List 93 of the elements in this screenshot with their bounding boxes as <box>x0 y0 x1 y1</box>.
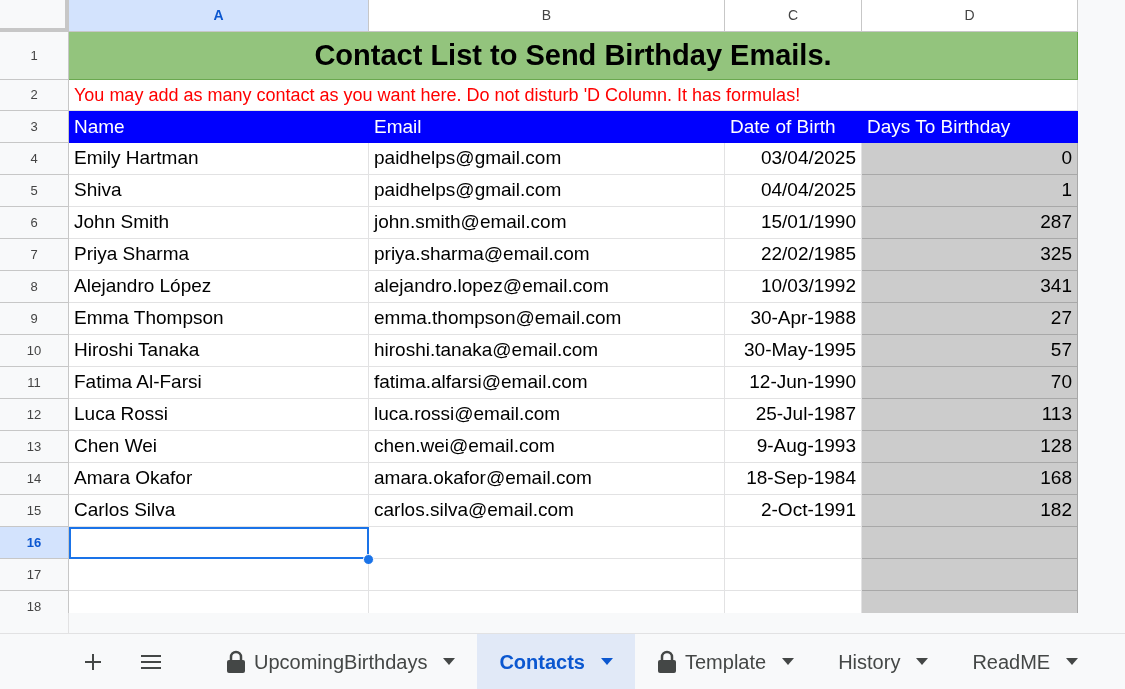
table-cell[interactable]: 168 <box>862 463 1078 495</box>
lock-icon <box>657 649 677 674</box>
row-number[interactable]: 6 <box>0 207 69 239</box>
table-cell[interactable]: 04/04/2025 <box>725 175 862 207</box>
table-cell[interactable]: 70 <box>862 367 1078 399</box>
table-cell[interactable]: John Smith <box>69 207 369 239</box>
row-number[interactable]: 10 <box>0 335 69 367</box>
table-cell[interactable]: priya.sharma@email.com <box>369 239 725 271</box>
row-number[interactable]: 11 <box>0 367 69 399</box>
table-cell[interactable]: 113 <box>862 399 1078 431</box>
table-cell[interactable]: 12-Jun-1990 <box>725 367 862 399</box>
row-number[interactable]: 17 <box>0 559 69 591</box>
table-cell[interactable]: 03/04/2025 <box>725 143 862 175</box>
table-cell[interactable]: Fatima Al-Farsi <box>69 367 369 399</box>
table-cell[interactable]: amara.okafor@email.com <box>369 463 725 495</box>
table-cell[interactable]: 0 <box>862 143 1078 175</box>
table-cell[interactable]: 182 <box>862 495 1078 527</box>
table-cell[interactable]: 18-Sep-1984 <box>725 463 862 495</box>
row-number[interactable]: 15 <box>0 495 69 527</box>
caret-icon <box>443 658 456 665</box>
sheet-tab[interactable]: Contacts <box>477 633 635 689</box>
table-cell[interactable]: emma.thompson@email.com <box>369 303 725 335</box>
table-cell[interactable]: carlos.silva@email.com <box>369 495 725 527</box>
table-cell[interactable]: 27 <box>862 303 1078 335</box>
plus-icon <box>84 652 102 671</box>
table-cell[interactable]: 15/01/1990 <box>725 207 862 239</box>
row-number[interactable]: 2 <box>0 80 69 111</box>
table-cell[interactable]: john.smith@email.com <box>369 207 725 239</box>
table-cell[interactable]: Amara Okafor <box>69 463 369 495</box>
table-cell[interactable]: alejandro.lopez@email.com <box>369 271 725 303</box>
caret-icon <box>916 658 929 665</box>
caret-icon <box>601 658 613 665</box>
table-cell[interactable]: Hiroshi Tanaka <box>69 335 369 367</box>
row-number[interactable]: 13 <box>0 431 69 463</box>
table-cell[interactable]: hiroshi.tanaka@email.com <box>369 335 725 367</box>
sheet-title: Contact List to Send Birthday Emails. <box>69 32 1078 80</box>
table-cell[interactable]: 341 <box>862 271 1078 303</box>
table-cell[interactable]: Emily Hartman <box>69 143 369 175</box>
table-cell[interactable]: luca.rossi@email.com <box>369 399 725 431</box>
table-cell[interactable]: fatima.alfarsi@email.com <box>369 367 725 399</box>
table-cell[interactable]: paidhelps@gmail.com <box>369 143 725 175</box>
table-cell[interactable]: Emma Thompson <box>69 303 369 335</box>
row-number[interactable]: 7 <box>0 239 69 271</box>
table-cell[interactable]: Priya Sharma <box>69 239 369 271</box>
table-cell[interactable]: Alejandro López <box>69 271 369 303</box>
column-header[interactable]: D <box>862 0 1078 32</box>
table-cell[interactable] <box>862 527 1078 559</box>
row-number[interactable]: 5 <box>0 175 69 207</box>
column-header[interactable]: A <box>69 0 369 32</box>
row-number[interactable]: 12 <box>0 399 69 431</box>
table-cell[interactable]: 25-Jul-1987 <box>725 399 862 431</box>
table-cell[interactable]: chen.wei@email.com <box>369 431 725 463</box>
table-cell[interactable]: 9-Aug-1993 <box>725 431 862 463</box>
table-cell[interactable]: 30-May-1995 <box>725 335 862 367</box>
table-cell[interactable]: 30-Apr-1988 <box>725 303 862 335</box>
row-number[interactable]: 14 <box>0 463 69 495</box>
table-cell[interactable]: paidhelps@gmail.com <box>369 175 725 207</box>
row-number[interactable]: 9 <box>0 303 69 335</box>
row-number[interactable]: 4 <box>0 143 69 175</box>
column-header[interactable]: C <box>725 0 862 32</box>
column-header[interactable]: B <box>369 0 725 32</box>
table-cell[interactable]: 22/02/1985 <box>725 239 862 271</box>
table-cell[interactable]: 287 <box>862 207 1078 239</box>
table-cell[interactable]: 2-Oct-1991 <box>725 495 862 527</box>
note-text: You may add as many contact as you want here. Do not disturb 'D Column. It has formulas! <box>69 80 1078 111</box>
row-number[interactable]: 16 <box>0 527 69 559</box>
caret-icon <box>1066 658 1079 665</box>
menu-icon <box>140 653 162 670</box>
caret-icon <box>782 658 795 665</box>
sheet-tab[interactable]: History <box>816 633 951 689</box>
table-cell[interactable]: 325 <box>862 239 1078 271</box>
table-cell[interactable]: Luca Rossi <box>69 399 369 431</box>
table-cell[interactable] <box>862 559 1078 591</box>
row-number[interactable]: 8 <box>0 271 69 303</box>
table-cell[interactable]: Carlos Silva <box>69 495 369 527</box>
lock-icon <box>226 649 246 674</box>
selected-cell[interactable] <box>69 527 369 559</box>
row-number[interactable]: 3 <box>0 111 69 143</box>
column-heading: Name <box>69 111 369 143</box>
sheet-tab[interactable]: ReadME <box>950 633 1101 689</box>
sheet-tab[interactable]: Template <box>635 633 817 689</box>
corner-cell[interactable] <box>0 0 69 32</box>
table-cell[interactable]: 1 <box>862 175 1078 207</box>
table-cell[interactable]: Shiva <box>69 175 369 207</box>
sheet-tab[interactable]: UpcomingBirthdays <box>204 633 478 689</box>
column-heading: Email <box>369 111 725 143</box>
column-heading: Date of Birth <box>725 111 862 143</box>
table-cell[interactable]: 10/03/1992 <box>725 271 862 303</box>
column-heading: Days To Birthday <box>862 111 1078 143</box>
row-number[interactable]: 1 <box>0 32 69 80</box>
table-cell[interactable]: Chen Wei <box>69 431 369 463</box>
table-cell[interactable]: 57 <box>862 335 1078 367</box>
table-cell[interactable]: 128 <box>862 431 1078 463</box>
